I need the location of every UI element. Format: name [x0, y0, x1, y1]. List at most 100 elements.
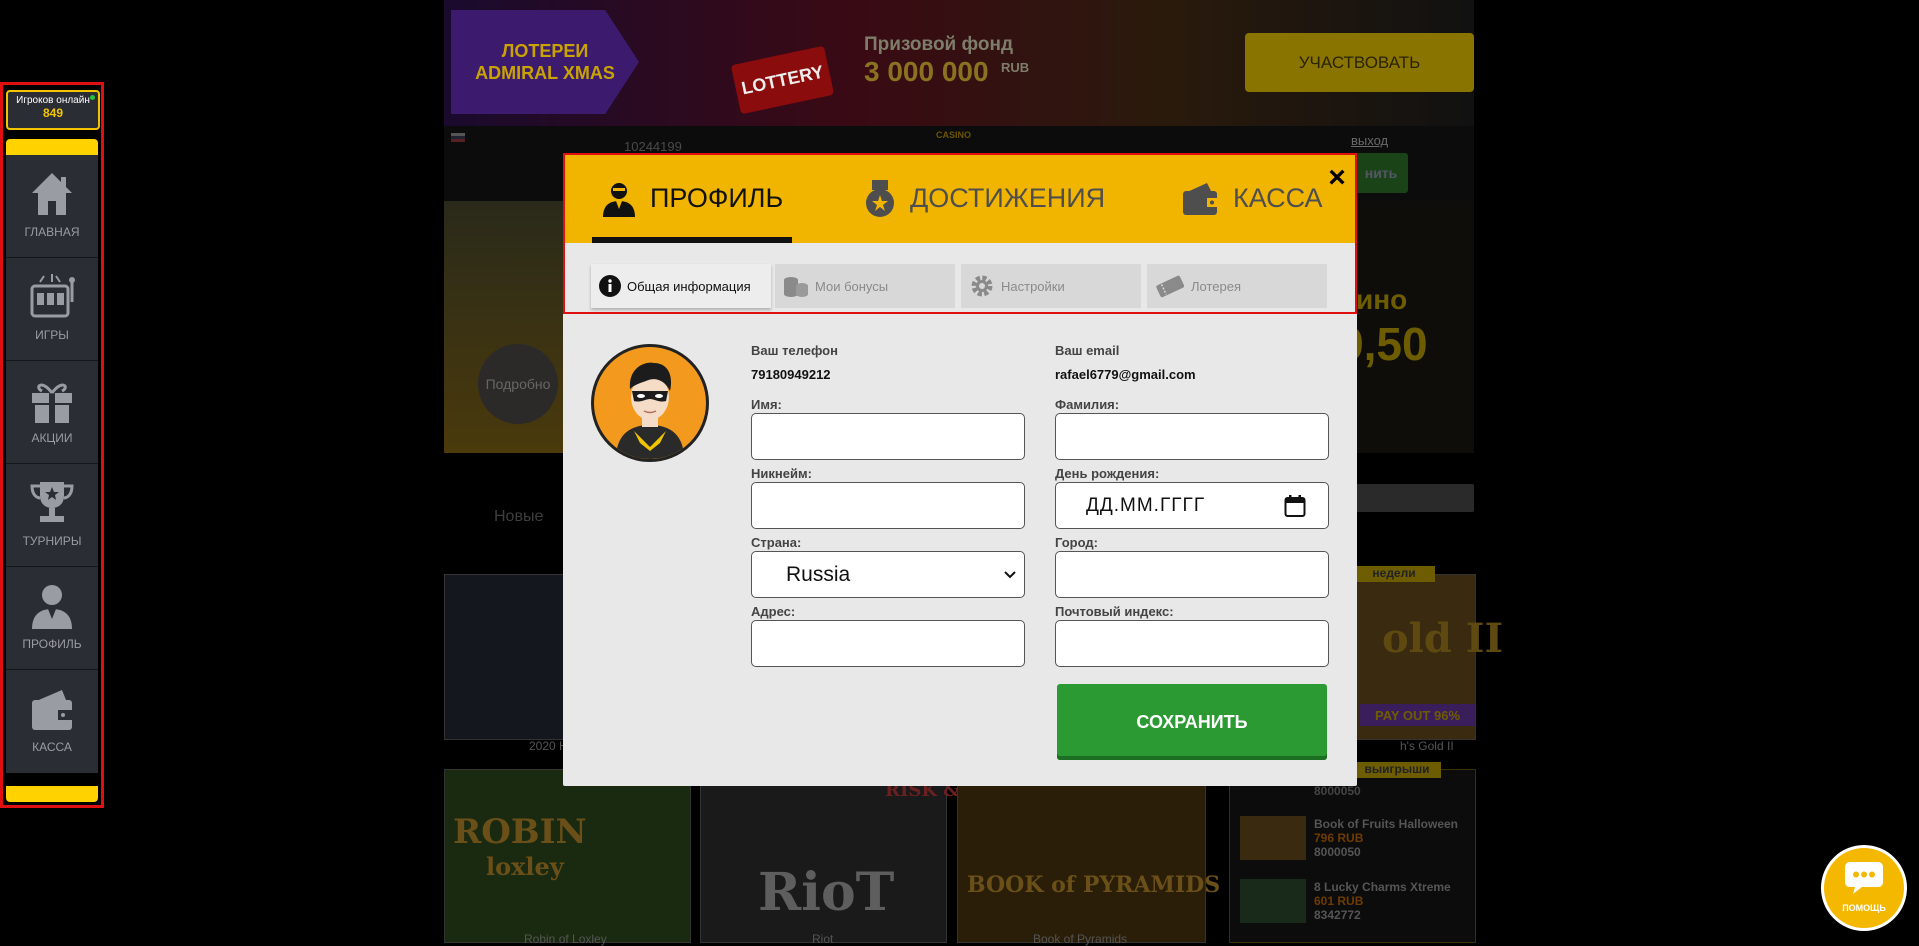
tab-label: ДОСТИЖЕНИЯ — [910, 183, 1106, 213]
subtab-settings[interactable]: Настройки — [961, 264, 1141, 308]
lottery-badge-line1: ЛОТЕРЕИ — [501, 41, 589, 61]
medal-icon — [866, 179, 894, 217]
gear-icon — [971, 275, 993, 297]
city-field[interactable] — [1055, 551, 1329, 598]
tab-cashier[interactable]: КАССА — [1181, 154, 1323, 243]
close-button[interactable]: × — [1326, 163, 1348, 193]
win-thumb — [1240, 816, 1306, 860]
win-game-name[interactable]: 8 Lucky Charms Xtreme — [1314, 880, 1451, 894]
postal-code-field[interactable] — [1055, 620, 1329, 667]
subtab-my-bonuses[interactable]: Мои бонусы — [775, 264, 955, 308]
email-label: Ваш email — [1055, 343, 1120, 358]
sidebar-item-tournaments[interactable]: ТУРНИРЫ — [6, 464, 98, 567]
address-field[interactable] — [751, 620, 1025, 667]
game-caption: h's Gold II — [1400, 739, 1454, 753]
sidebar-accent-bottom — [6, 786, 98, 802]
game-tile-title: BOOK of PYRAMIDS — [967, 872, 1221, 898]
win-amount: 796 RUB — [1314, 831, 1364, 845]
sidebar-item-cashier[interactable]: КАССА — [6, 670, 98, 773]
sidebar-item-label: КАССА — [32, 740, 72, 754]
participate-button[interactable]: УЧАСТВОВАТЬ — [1245, 33, 1474, 92]
ticket-icon — [1156, 275, 1185, 298]
game-caption: Riot — [812, 932, 834, 946]
nickname-label: Никнейм: — [751, 466, 812, 481]
subtab-label: Общая информация — [627, 278, 751, 294]
birthday-placeholder: ДД.ММ.ГГГГ — [1086, 494, 1206, 516]
sidebar-item-games[interactable]: ИГРЫ — [6, 258, 98, 361]
info-icon — [599, 275, 621, 297]
game-tile[interactable] — [957, 769, 1206, 943]
win-game-name[interactable]: Book of Fruits Halloween — [1314, 817, 1458, 831]
language-flag-icon[interactable] — [451, 133, 465, 142]
deposit-button[interactable]: нить — [1354, 153, 1408, 193]
calendar-icon[interactable] — [1284, 494, 1306, 518]
game-tile-title: old II — [1382, 615, 1504, 662]
wins-label: выигрыши — [1353, 762, 1441, 778]
birthday-field[interactable]: ДД.ММ.ГГГГ — [1055, 482, 1329, 529]
slot-machine-icon — [30, 274, 75, 318]
game-tile[interactable] — [444, 574, 569, 740]
lottery-badge[interactable]: ЛОТЕРЕИ ADMIRAL XMAS — [451, 10, 639, 114]
game-caption: Robin of Loxley — [524, 932, 607, 946]
trophy-icon — [30, 482, 74, 522]
birthday-label: День рождения: — [1055, 466, 1160, 481]
subtab-lottery[interactable]: Лотерея — [1147, 264, 1327, 308]
avatar-illustration — [616, 362, 684, 459]
sidebar-item-label: АКЦИИ — [31, 431, 73, 445]
hero-text-line1: ино — [1356, 284, 1408, 315]
game-tile[interactable] — [444, 769, 691, 943]
save-button[interactable]: СОХРАНИТЬ — [1057, 684, 1327, 760]
first-name-field[interactable] — [751, 413, 1025, 460]
casino-logo-text: CASINO — [936, 130, 972, 140]
last-name-label: Фамилия: — [1055, 397, 1120, 412]
user-avatar[interactable] — [591, 344, 709, 462]
wallet-icon — [1183, 182, 1219, 215]
game-tile-title: ROBIN — [453, 812, 587, 852]
online-count: 849 — [42, 106, 64, 120]
country-label: Страна: — [751, 535, 802, 550]
first-name-label: Имя: — [751, 397, 782, 412]
user-icon — [32, 585, 72, 629]
week-label: недели — [1353, 566, 1435, 582]
postal-code-label: Почтовый индекс: — [1055, 604, 1174, 619]
logout-link[interactable]: выход — [1351, 133, 1388, 148]
win-id: 8000050 — [1314, 845, 1361, 859]
profile-modal: ПРОФИЛЬ ДОСТИЖЕНИЯ КАССА × Общая информа… — [563, 154, 1357, 786]
sidebar-item-label: ИГРЫ — [35, 328, 69, 342]
help-chat-button[interactable]: ПОМОЩЬ — [1821, 845, 1907, 931]
hero-more-button[interactable]: Подробно — [478, 344, 558, 424]
modal-main-tabs: ПРОФИЛЬ ДОСТИЖЕНИЯ КАССА × — [563, 154, 1357, 243]
game-tile-title: RioT — [758, 862, 895, 923]
lottery-badge-line2: ADMIRAL XMAS — [475, 63, 615, 83]
tab-profile[interactable]: ПРОФИЛЬ — [592, 154, 792, 243]
user-id: 10244199 — [624, 139, 682, 154]
phone-label: Ваш телефон — [751, 343, 838, 358]
gift-icon — [32, 383, 72, 423]
subtab-general-info[interactable]: Общая информация — [591, 264, 771, 308]
subtab-label: Настройки — [1001, 278, 1065, 294]
category-new[interactable]: Новые — [494, 508, 543, 526]
game-caption: 2020 H — [529, 739, 568, 753]
sidebar-item-home[interactable]: ГЛАВНАЯ — [6, 155, 98, 258]
prize-currency: RUB — [1001, 60, 1030, 75]
subtab-label: Лотерея — [1191, 278, 1242, 294]
sidebar-item-profile[interactable]: ПРОФИЛЬ — [6, 567, 98, 670]
sidebar-item-promotions[interactable]: АКЦИИ — [6, 361, 98, 464]
tab-achievements[interactable]: ДОСТИЖЕНИЯ — [864, 154, 1105, 243]
help-label: ПОМОЩЬ — [1842, 903, 1886, 913]
city-label: Город: — [1055, 535, 1098, 550]
email-value: rafael6779@gmail.com — [1055, 367, 1196, 382]
country-select[interactable]: Russia — [751, 551, 1025, 598]
address-label: Адрес: — [751, 604, 796, 619]
wallet-icon — [32, 690, 72, 730]
coins-icon — [784, 277, 808, 297]
last-name-field[interactable] — [1055, 413, 1329, 460]
modal-sub-tabs: Общая информация Мои бонусы Настройки Ло… — [563, 243, 1357, 313]
left-sidebar: Игроков онлайн 849 ГЛАВНАЯ ИГРЫ АКЦИИ ТУ… — [0, 82, 104, 808]
nickname-field[interactable] — [751, 482, 1025, 529]
user-icon — [603, 182, 635, 217]
online-players-widget: Игроков онлайн 849 — [6, 90, 100, 130]
subtab-label: Мои бонусы — [815, 278, 889, 294]
chevron-down-icon — [1004, 570, 1016, 578]
chat-bubble-icon — [1845, 862, 1883, 894]
